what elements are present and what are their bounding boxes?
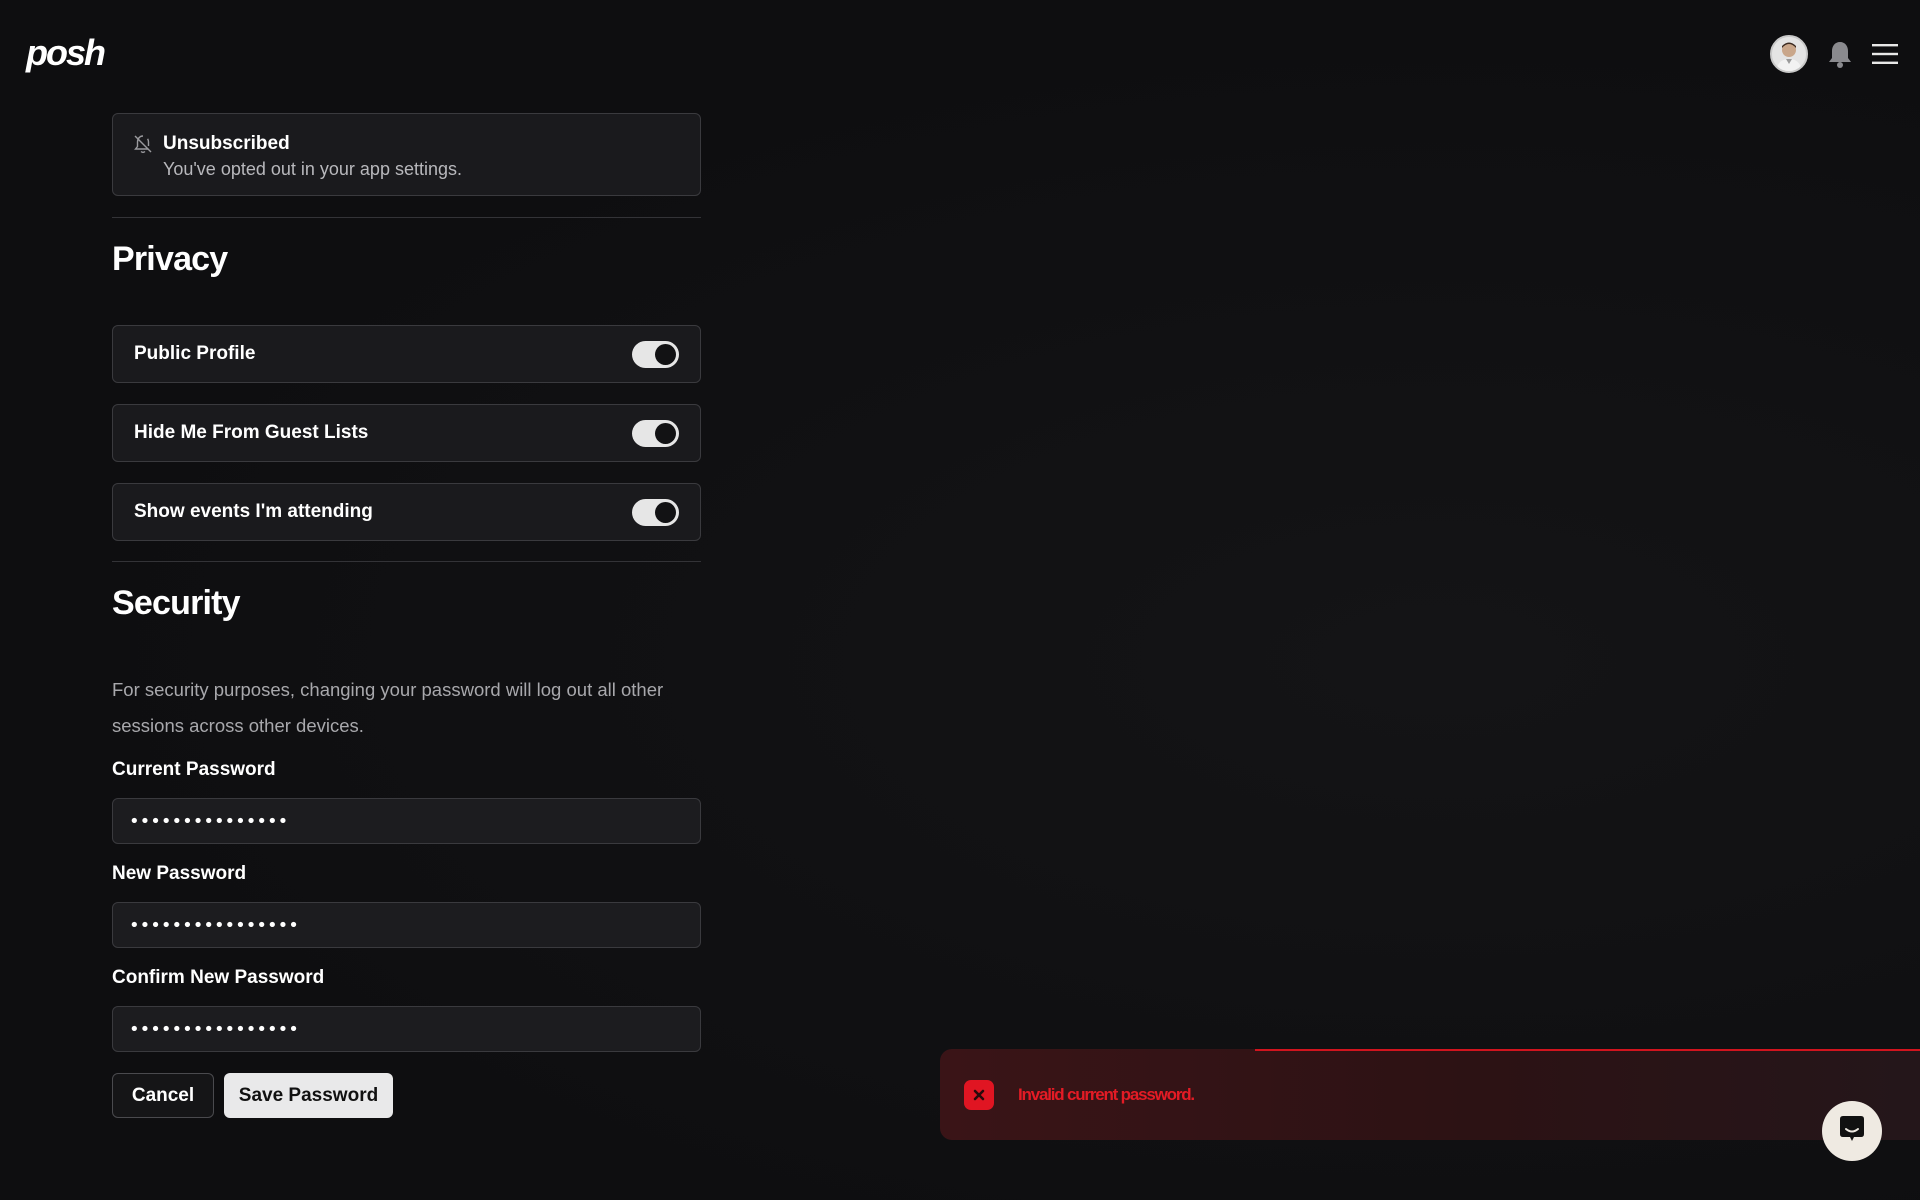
posh-logo[interactable]: posh (26, 32, 106, 74)
divider (112, 217, 701, 218)
security-description: For security purposes, changing your pas… (112, 679, 664, 736)
toggle-knob (655, 501, 676, 523)
header-actions (1770, 35, 1898, 73)
error-toast: Invalid current password. (940, 1049, 1920, 1140)
toggle-label: Show events I'm attending (134, 501, 373, 522)
notification-status-title: Unsubscribed (163, 133, 290, 154)
toast-message: Invalid current password. (1018, 1084, 1195, 1104)
toggle-row-show-events: Show events I'm attending (112, 483, 701, 541)
avatar[interactable] (1770, 35, 1808, 73)
toast-progress-bar (1255, 1049, 1920, 1051)
security-title: Security (112, 584, 241, 622)
toggle-knob (655, 343, 676, 365)
cancel-button[interactable]: Cancel (112, 1073, 214, 1118)
privacy-title: Privacy (112, 240, 228, 278)
close-icon[interactable] (964, 1079, 994, 1110)
notification-status-text: Unsubscribed You've opted out in your ap… (163, 132, 462, 179)
toggle-row-hide-guest-lists: Hide Me From Guest Lists (112, 404, 701, 462)
hide-guest-lists-toggle[interactable] (632, 419, 679, 447)
save-password-button[interactable]: Save Password (224, 1073, 393, 1118)
public-profile-toggle[interactable] (632, 340, 679, 368)
notification-status-subtitle: You've opted out in your app settings. (163, 159, 462, 179)
settings-page: posh Unsubscribed You've opted out in yo… (0, 0, 1920, 1200)
toggle-label: Public Profile (134, 343, 256, 364)
confirm-password-label: Confirm New Password (112, 967, 325, 988)
toggle-row-public-profile: Public Profile (112, 325, 701, 383)
new-password-field[interactable] (112, 902, 701, 948)
show-events-toggle[interactable] (632, 498, 679, 526)
toggle-knob (655, 422, 676, 444)
toggle-label: Hide Me From Guest Lists (134, 422, 369, 443)
current-password-label: Current Password (112, 759, 276, 780)
new-password-label: New Password (112, 863, 247, 884)
notification-status-card: Unsubscribed You've opted out in your ap… (112, 113, 701, 196)
confirm-password-field[interactable] (112, 1006, 701, 1052)
bell-off-icon (133, 132, 153, 177)
menu-icon[interactable] (1872, 43, 1898, 65)
divider (112, 561, 701, 562)
chat-launcher-button[interactable] (1822, 1101, 1882, 1161)
chat-icon (1838, 1114, 1866, 1149)
bell-icon[interactable] (1828, 40, 1852, 68)
current-password-field[interactable] (112, 798, 701, 844)
